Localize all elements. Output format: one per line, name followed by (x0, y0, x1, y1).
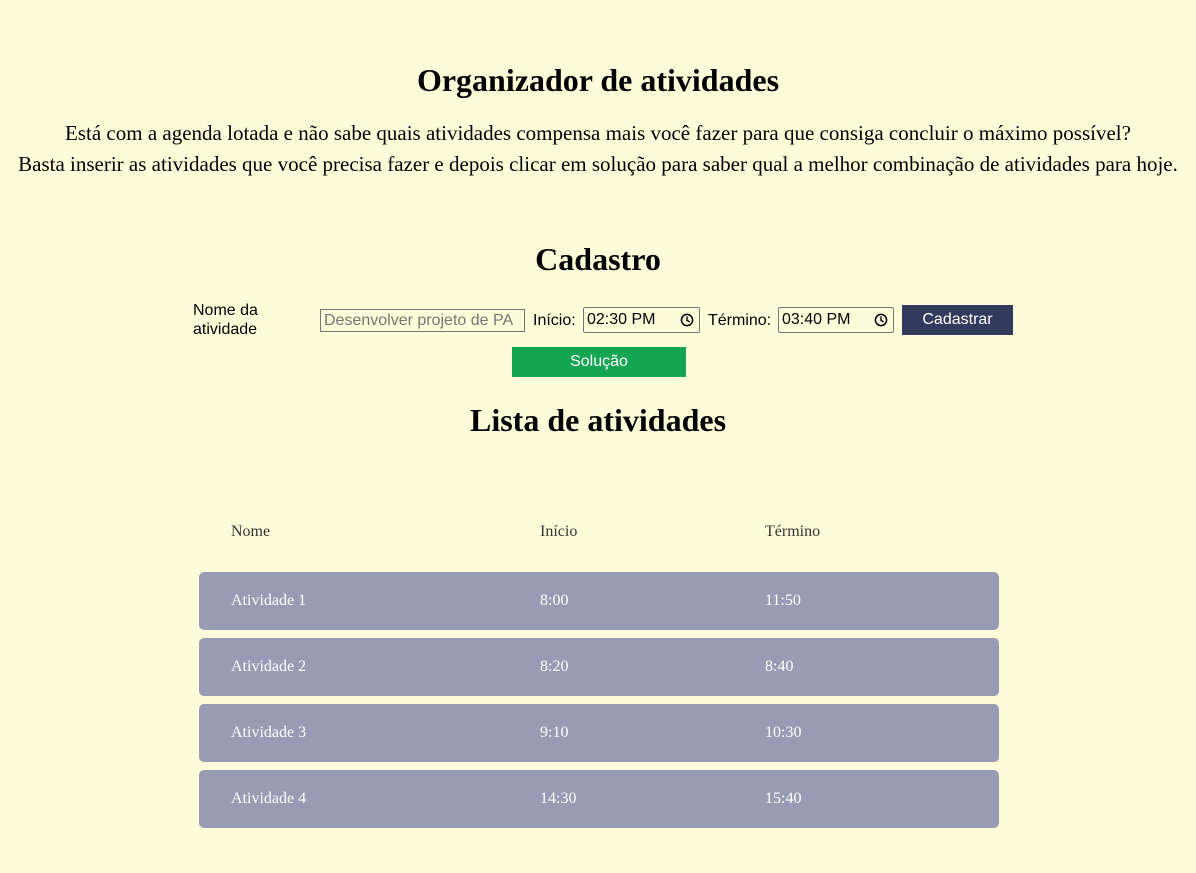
activity-start: 8:00 (540, 592, 569, 609)
column-header-start: Início (540, 523, 578, 540)
activity-end: 8:40 (765, 658, 794, 675)
start-label: Início: (533, 312, 576, 329)
form-title: Cadastro (535, 241, 661, 277)
activity-row: Atividade 3 9:10 10:30 (199, 704, 999, 762)
activity-name-input[interactable] (320, 309, 525, 332)
name-label: Nome da atividade (193, 302, 258, 338)
end-label: Término: (708, 312, 772, 329)
activity-start: 9:10 (540, 724, 569, 741)
list-title: Lista de atividades (469, 402, 727, 438)
activity-end: 11:50 (765, 592, 801, 609)
activity-name: Atividade 3 (231, 724, 307, 741)
end-time-value: 03:40 PM (782, 311, 851, 328)
activity-name: Atividade 1 (231, 592, 307, 609)
column-header-name: Nome (231, 523, 271, 540)
solucao-button[interactable]: Solução (512, 347, 686, 377)
activity-start: 8:20 (540, 658, 569, 675)
activity-row: Atividade 1 8:00 11:50 (199, 572, 999, 630)
page-title: Organizador de atividades (416, 62, 780, 98)
intro-line-2: Basta inserir as atividades que você pre… (18, 152, 1178, 176)
clock-icon[interactable] (874, 313, 888, 327)
start-time-input[interactable]: 02:30 PM (583, 307, 700, 333)
column-header-end: Término (765, 523, 821, 540)
activity-row: Atividade 4 14:30 15:40 (199, 770, 999, 828)
end-time-input[interactable]: 03:40 PM (778, 307, 894, 333)
activity-end: 15:40 (765, 790, 802, 807)
activity-name: Atividade 2 (231, 658, 307, 675)
cadastrar-button[interactable]: Cadastrar (902, 305, 1013, 335)
intro-line-1: Está com a agenda lotada e não sabe quai… (65, 121, 1131, 145)
clock-icon[interactable] (680, 313, 694, 327)
activity-name: Atividade 4 (231, 790, 307, 807)
activity-start: 14:30 (540, 790, 577, 807)
start-time-value: 02:30 PM (587, 311, 656, 328)
activity-row: Atividade 2 8:20 8:40 (199, 638, 999, 696)
intro-text: Está com a agenda lotada e não sabe quai… (0, 118, 1196, 180)
activity-end: 10:30 (765, 724, 802, 741)
